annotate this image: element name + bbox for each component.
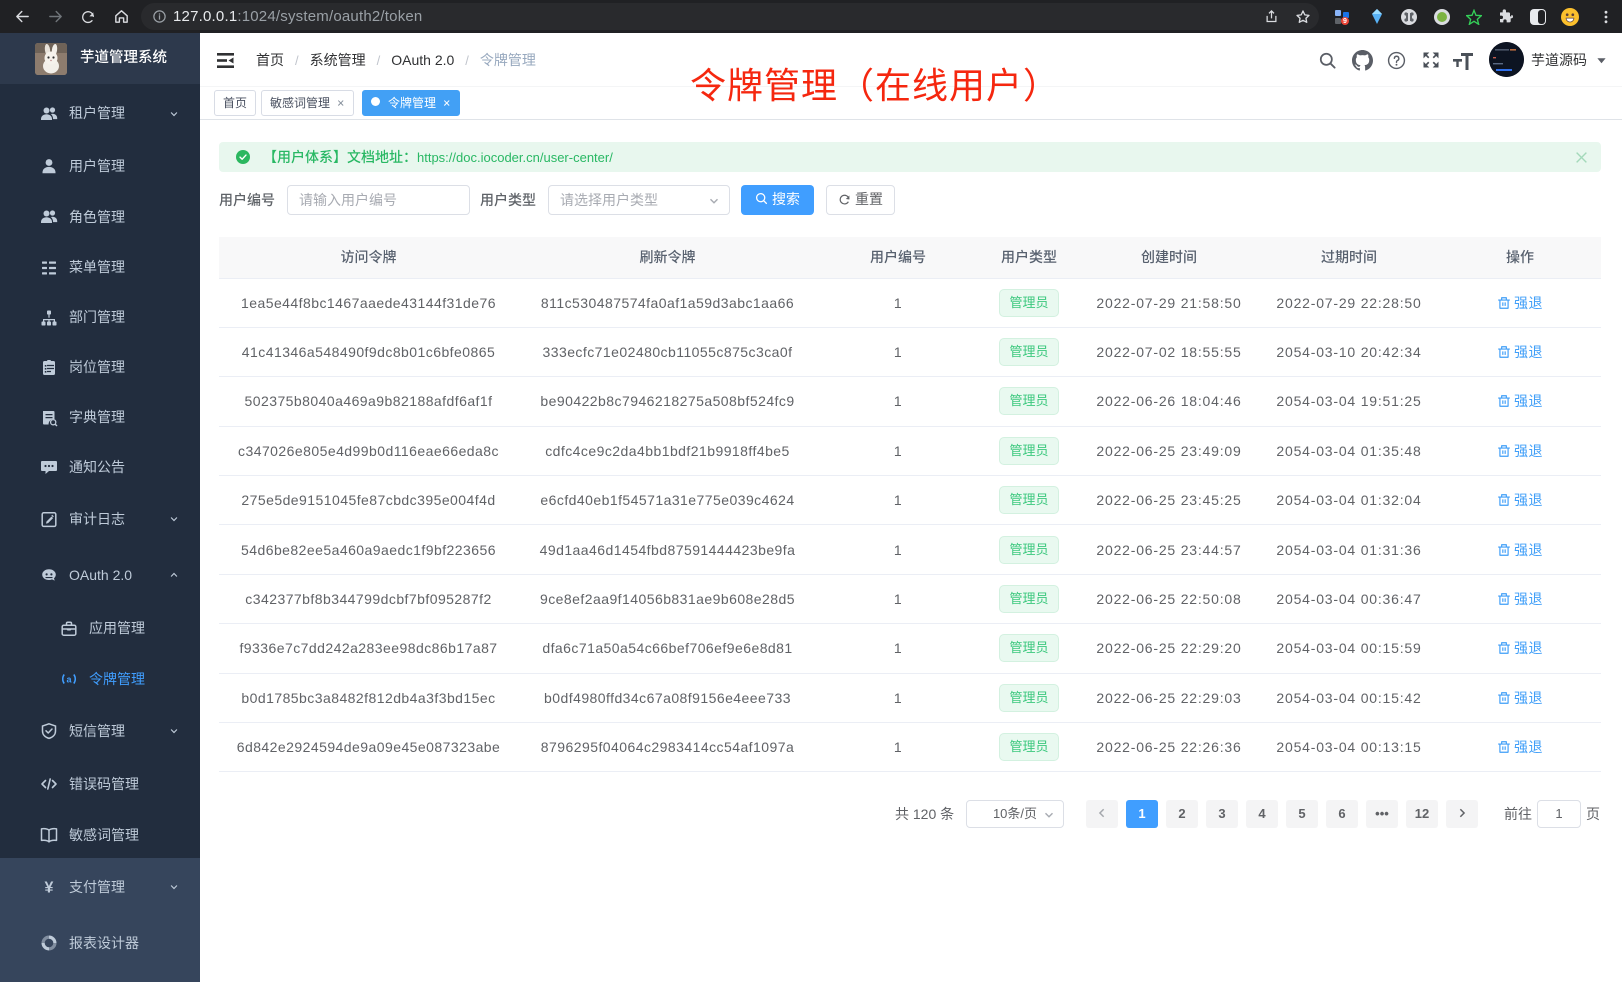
svg-text:¥: ¥ bbox=[45, 880, 54, 897]
svg-text:a: a bbox=[66, 674, 72, 684]
svg-text:9: 9 bbox=[1343, 18, 1347, 25]
